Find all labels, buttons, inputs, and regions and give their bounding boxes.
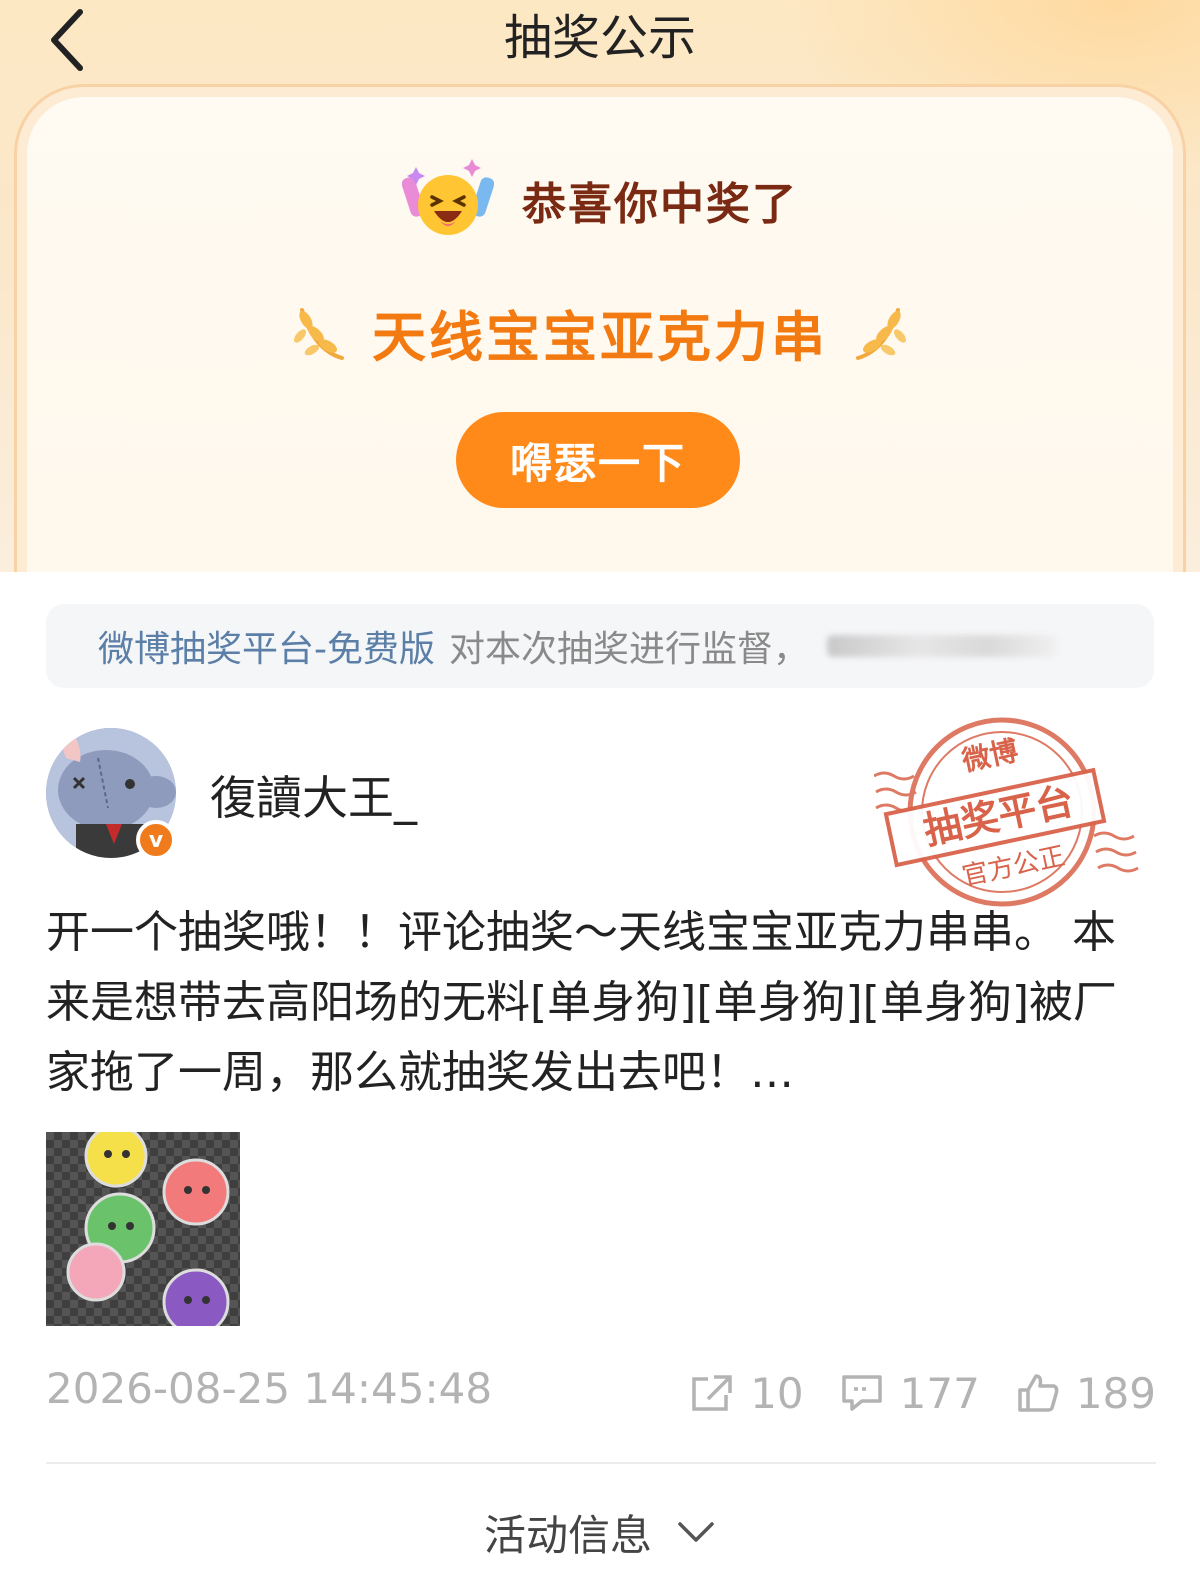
back-button[interactable] [38, 8, 94, 72]
nav-bar: 抽奖公示 [0, 0, 1200, 80]
divider [46, 1462, 1156, 1464]
laurel-icon [294, 308, 344, 360]
page-title: 抽奖公示 [503, 10, 696, 66]
comment-count: 177 [899, 1368, 980, 1418]
prize-row: 天线宝宝亚克力串 [0, 292, 1200, 372]
comment-button[interactable]: 177 [840, 1369, 980, 1418]
congrats-text: 恭喜你中奖了 [522, 179, 798, 230]
like-button[interactable]: 189 [1016, 1369, 1156, 1418]
laurel-icon [856, 308, 906, 360]
notice-text: 对本次抽奖进行监督， [449, 629, 810, 670]
show-off-button[interactable]: 嘚瑟一下 [456, 412, 740, 508]
official-stamp: 微博 抽奖平台 官方公正 [874, 717, 1139, 907]
activity-info-label: 活动信息 [483, 1510, 652, 1560]
prize-name: 天线宝宝亚克力串 [372, 305, 828, 369]
username[interactable]: 復讀大王_ [210, 762, 417, 828]
blurred-text [827, 635, 1058, 657]
post-stats: 10 177 189 [690, 1358, 1156, 1428]
back-arrow-icon [51, 9, 83, 71]
share-button[interactable]: 10 [690, 1368, 804, 1418]
post-content[interactable]: 开一个抽奖哦！！评论抽奖～天线宝宝亚克力串串。 本来是想带去高阳场的无料[单身狗… [46, 898, 1156, 1108]
share-count: 10 [750, 1368, 804, 1418]
like-count: 189 [1075, 1368, 1156, 1418]
activity-info-toggle[interactable]: 活动信息 [0, 1500, 1200, 1564]
platform-link[interactable]: 微博抽奖平台-免费版 [98, 620, 435, 672]
post-author: v 復讀大王_ [46, 728, 746, 860]
post-image[interactable] [46, 1132, 240, 1326]
chevron-down-icon [678, 1522, 714, 1542]
like-icon [1018, 1374, 1059, 1412]
verified-icon: v [136, 820, 176, 860]
comment-icon [841, 1375, 882, 1411]
share-icon [692, 1375, 732, 1411]
post-meta: 2026-08-25 14:45:48 10 177 189 [46, 1358, 1156, 1428]
post-timestamp: 2026-08-25 14:45:48 [46, 1364, 493, 1413]
supervision-notice: 微博抽奖平台-免费版 对本次抽奖进行监督， [46, 604, 1154, 688]
congrats-row: 恭喜你中奖了 [0, 157, 1200, 243]
laughing-emoji-icon [401, 157, 495, 243]
